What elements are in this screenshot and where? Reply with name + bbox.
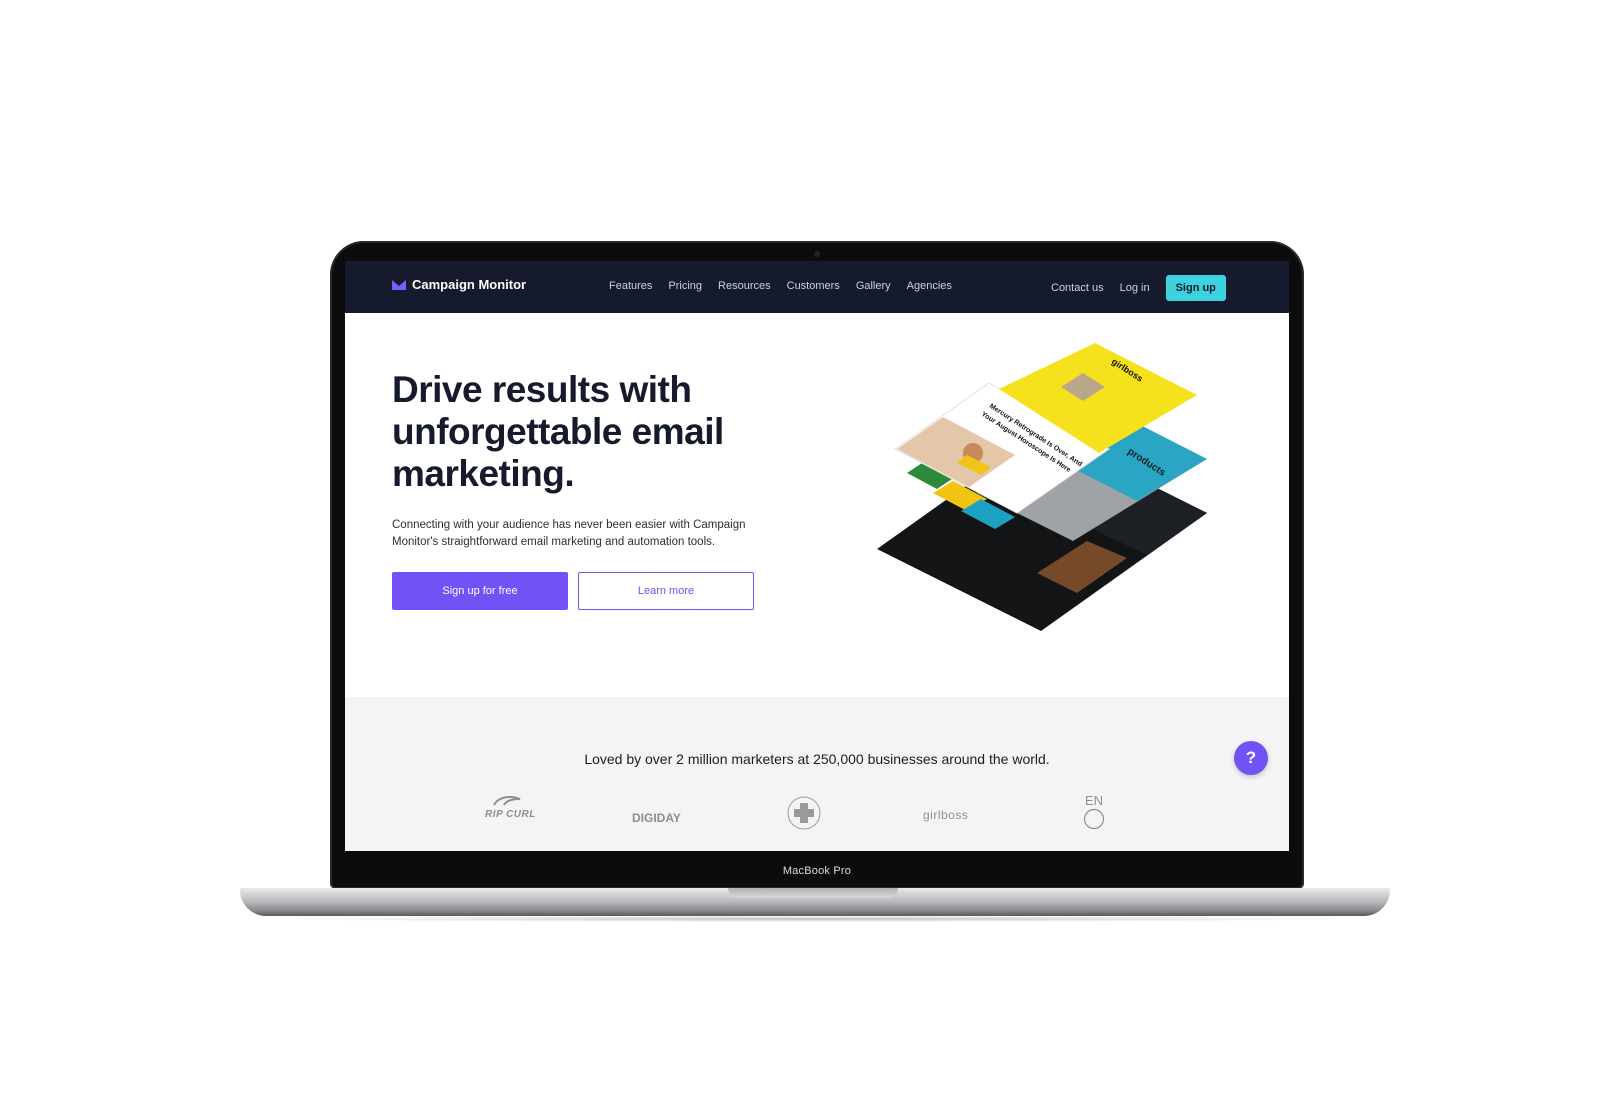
hero-subcopy: Connecting with your audience has never … xyxy=(392,519,746,548)
nav-links: Features Pricing Resources Customers Gal… xyxy=(609,280,952,292)
brand-name: Campaign Monitor xyxy=(412,277,527,292)
nav-link-agencies[interactable]: Agencies xyxy=(907,280,952,292)
laptop-lid: Campaign Monitor Features Pricing Resour… xyxy=(330,241,1304,889)
digiday-logo: DIGIDAY xyxy=(632,811,681,825)
nav-link-gallery[interactable]: Gallery xyxy=(856,280,891,292)
top-nav: Campaign Monitor Features Pricing Resour… xyxy=(345,261,1289,313)
envelope-icon xyxy=(392,279,406,290)
signup-free-button[interactable]: Sign up for free xyxy=(392,572,568,610)
camera-icon xyxy=(814,251,820,257)
wave-icon xyxy=(493,796,521,806)
hero-section: Drive results with unforgettable email m… xyxy=(345,313,1289,697)
nav-link-resources[interactable]: Resources xyxy=(718,280,771,292)
device-model-label: MacBook Pro xyxy=(782,865,852,877)
nav-actions: Contact us Log in Sign up xyxy=(1051,275,1226,301)
help-button[interactable]: ? xyxy=(1234,741,1268,775)
login-link[interactable]: Log in xyxy=(1120,282,1150,294)
social-proof-section: Loved by over 2 million marketers at 250… xyxy=(345,697,1289,851)
laptop-base xyxy=(240,888,1390,916)
ripcurl-logo: RIP CURL xyxy=(485,795,536,820)
circle-icon xyxy=(1083,808,1105,830)
laptop-screen: Campaign Monitor Features Pricing Resour… xyxy=(345,261,1289,851)
nav-link-features[interactable]: Features xyxy=(609,280,652,292)
contact-link[interactable]: Contact us xyxy=(1051,282,1104,294)
signup-button[interactable]: Sign up xyxy=(1165,275,1226,301)
girlboss-logo: girlboss xyxy=(923,808,969,822)
laptop-notch xyxy=(728,888,898,898)
red-cross-logo xyxy=(786,795,822,836)
nav-link-pricing[interactable]: Pricing xyxy=(668,280,702,292)
en-logo: EN xyxy=(1083,793,1105,833)
brand-logo[interactable]: Campaign Monitor xyxy=(392,277,526,292)
laptop-shadow xyxy=(260,916,1370,922)
red-cross-icon xyxy=(787,796,821,830)
hero-headline: Drive results with unforgettable email m… xyxy=(392,369,724,494)
email-stack-illustration: products Mercury Retrograde Is Over, And… xyxy=(877,343,1207,631)
learn-more-button[interactable]: Learn more xyxy=(578,572,754,610)
nav-link-customers[interactable]: Customers xyxy=(787,280,840,292)
social-proof-tagline: Loved by over 2 million marketers at 250… xyxy=(584,751,1050,767)
